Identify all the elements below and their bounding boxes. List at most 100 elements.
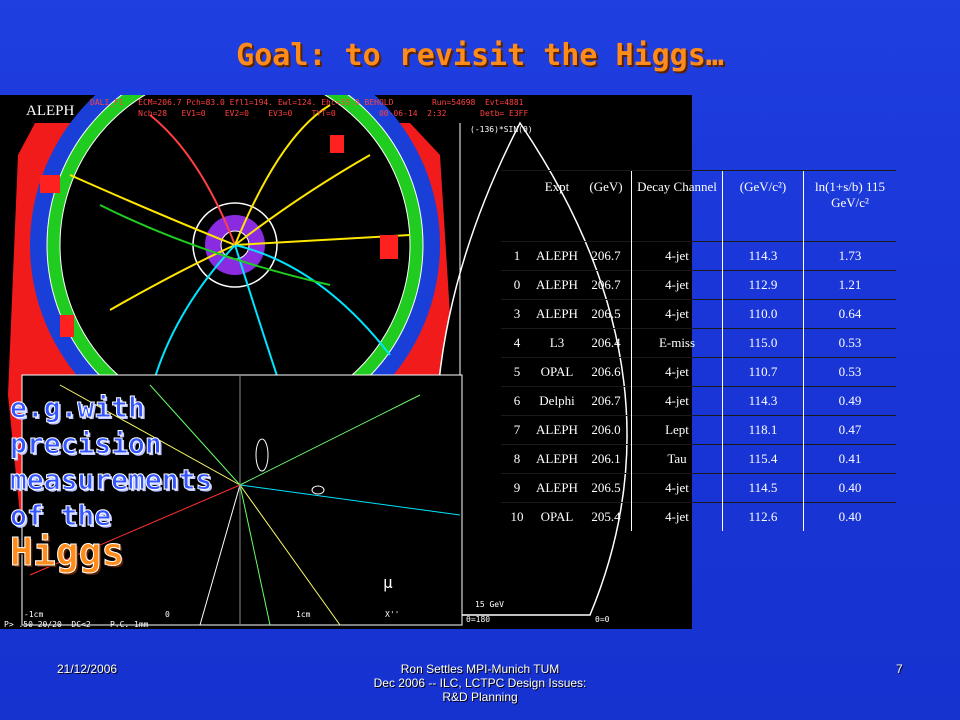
overlay-line2: precision (9, 427, 162, 461)
table-cell: 0.49 (803, 386, 896, 416)
table-cell: ALEPH (533, 299, 581, 329)
table-row: 0 ALEPH 206.7 4-jet 112.9 1.21 (501, 270, 896, 300)
table-cell: OPAL (533, 502, 581, 531)
table-cell: 206.6 (581, 357, 632, 387)
table-cell: 206.7 (581, 386, 632, 416)
table-row: 8 ALEPH 206.1 Tau 115.4 0.41 (501, 444, 896, 474)
footer-center: Ron Settles MPI-Munich TUM Dec 2006 -- I… (330, 662, 630, 704)
table-row: 3 ALEPH 206.5 4-jet 110.0 0.64 (501, 299, 896, 329)
table-header-cell (501, 170, 533, 242)
table-cell: 3 (501, 299, 533, 329)
table-cell: 6 (501, 386, 533, 416)
table-cell: 206.4 (581, 328, 632, 358)
table-cell: 205.4 (581, 502, 632, 531)
table-header-cell: Expt (533, 170, 581, 242)
overlay-line3: measurements (9, 463, 213, 497)
overlay-text: e.g.with precision measurements of the H… (9, 390, 213, 574)
table-cell: ALEPH (533, 241, 581, 271)
table-cell: 4-jet (632, 299, 723, 329)
table-cell: 118.1 (722, 415, 804, 445)
table-cell: ALEPH (533, 415, 581, 445)
table-header-cell: (GeV) (581, 170, 632, 242)
axis-label-1cm: 1cm (296, 610, 311, 619)
table-cell: L3 (533, 328, 581, 358)
overlay-line4: of the (9, 499, 112, 533)
table-cell: 115.0 (722, 328, 804, 358)
table-row: 9 ALEPH 206.5 4-jet 114.5 0.40 (501, 473, 896, 503)
event-header-line2: Nch=28 EV1=0 EV2=0 EV3=0 TYT=0 00-06-14 … (90, 109, 529, 118)
footer-center-line3: R&D Planning (442, 690, 518, 704)
theta-0: θ=0 (595, 615, 610, 624)
table-row: 1 ALEPH 206.7 4-jet 114.3 1.73 (501, 241, 896, 271)
table-cell: 1.21 (803, 270, 896, 300)
table-cell: 9 (501, 473, 533, 503)
slide-title: Goal: to revisit the Higgs… (236, 38, 724, 73)
table-cell: 8 (501, 444, 533, 474)
table-header-cell: (GeV/c²) (722, 170, 804, 242)
table-cell: 1.73 (803, 241, 896, 271)
table-cell: 206.5 (581, 299, 632, 329)
table-cell: 4-jet (632, 386, 723, 416)
table-cell: 206.7 (581, 241, 632, 271)
table-cell: 206.0 (581, 415, 632, 445)
table-cell: 206.7 (581, 270, 632, 300)
table-cell: 5 (501, 357, 533, 387)
rz-label: (-136)*SIN(θ) (470, 125, 533, 134)
table-cell: ALEPH (533, 270, 581, 300)
table-cell: 0.53 (803, 328, 896, 358)
table-cell: 206.1 (581, 444, 632, 474)
table-cell: Tau (632, 444, 723, 474)
table-cell: 114.5 (722, 473, 804, 503)
event-header-line1: DALI_F1 ECM=206.7 Pch=83.0 Efl1=194. Ewl… (90, 98, 524, 107)
table-cell: ALEPH (533, 473, 581, 503)
table-cell: 4 (501, 328, 533, 358)
overlay-line1: e.g.with (9, 391, 145, 425)
table-cell: 112.6 (722, 502, 804, 531)
table-header-cell: Decay Channel (632, 170, 723, 242)
aleph-logo: ALEPH (26, 103, 75, 119)
bottom-info: P> .50 20/20 DC<2 P.C. 1mm (4, 620, 149, 629)
table-cell: 10 (501, 502, 533, 531)
table-cell: ALEPH (533, 444, 581, 474)
table-row: 7 ALEPH 206.0 Lept 118.1 0.47 (501, 415, 896, 445)
table-cell: 114.3 (722, 386, 804, 416)
scale-label: 15 GeV (475, 600, 504, 609)
table-cell: 4-jet (632, 502, 723, 531)
table-cell: 110.7 (722, 357, 804, 387)
table-cell: 110.0 (722, 299, 804, 329)
footer-center-line2: Dec 2006 -- ILC, LCTPC Design Issues: (373, 676, 587, 690)
table-cell: OPAL (533, 357, 581, 387)
table-cell: 206.5 (581, 473, 632, 503)
overlay-line5: Higgs (9, 530, 125, 574)
table-cell: 0.41 (803, 444, 896, 474)
table-cell: 1 (501, 241, 533, 271)
mu-label: μ (383, 573, 393, 592)
table-cell: 0.64 (803, 299, 896, 329)
table-cell: Delphi (533, 386, 581, 416)
footer-center-line1: Ron Settles MPI-Munich TUM (400, 662, 560, 676)
table-cell: 4-jet (632, 357, 723, 387)
table-cell: 4-jet (632, 270, 723, 300)
axis-zero: 0 (165, 610, 170, 619)
table-cell: 0.40 (803, 473, 896, 503)
footer-date: 21/12/2006 (57, 662, 118, 676)
table-row: 10 OPAL 205.4 4-jet 112.6 0.40 (501, 502, 896, 531)
axis-label-neg1cm: -1cm (24, 610, 44, 619)
candidate-table: Expt (GeV) Decay Channel (GeV/c²) ln(1+s… (501, 170, 896, 531)
table-cell: 115.4 (722, 444, 804, 474)
table-body: 1 ALEPH 206.7 4-jet 114.3 1.73 0 ALEPH 206.7 4-je… (501, 241, 896, 531)
table-cell: 112.9 (722, 270, 804, 300)
theta-180: θ=180 (466, 615, 491, 624)
table-cell: 0.53 (803, 357, 896, 387)
table-cell: 4-jet (632, 473, 723, 503)
table-cell: 7 (501, 415, 533, 445)
table-cell: 0.40 (803, 502, 896, 531)
table-cell: E-miss (632, 328, 723, 358)
footer-page-number: 7 (896, 662, 903, 676)
table-cell: 0.47 (803, 415, 896, 445)
table-cell: Lept (632, 415, 723, 445)
table-cell: 4-jet (632, 241, 723, 271)
table-row: 4 L3 206.4 E-miss 115.0 0.53 (501, 328, 896, 358)
table-header-row: Expt (GeV) Decay Channel (GeV/c²) ln(1+s… (501, 170, 896, 242)
table-row: 5 OPAL 206.6 4-jet 110.7 0.53 (501, 357, 896, 387)
